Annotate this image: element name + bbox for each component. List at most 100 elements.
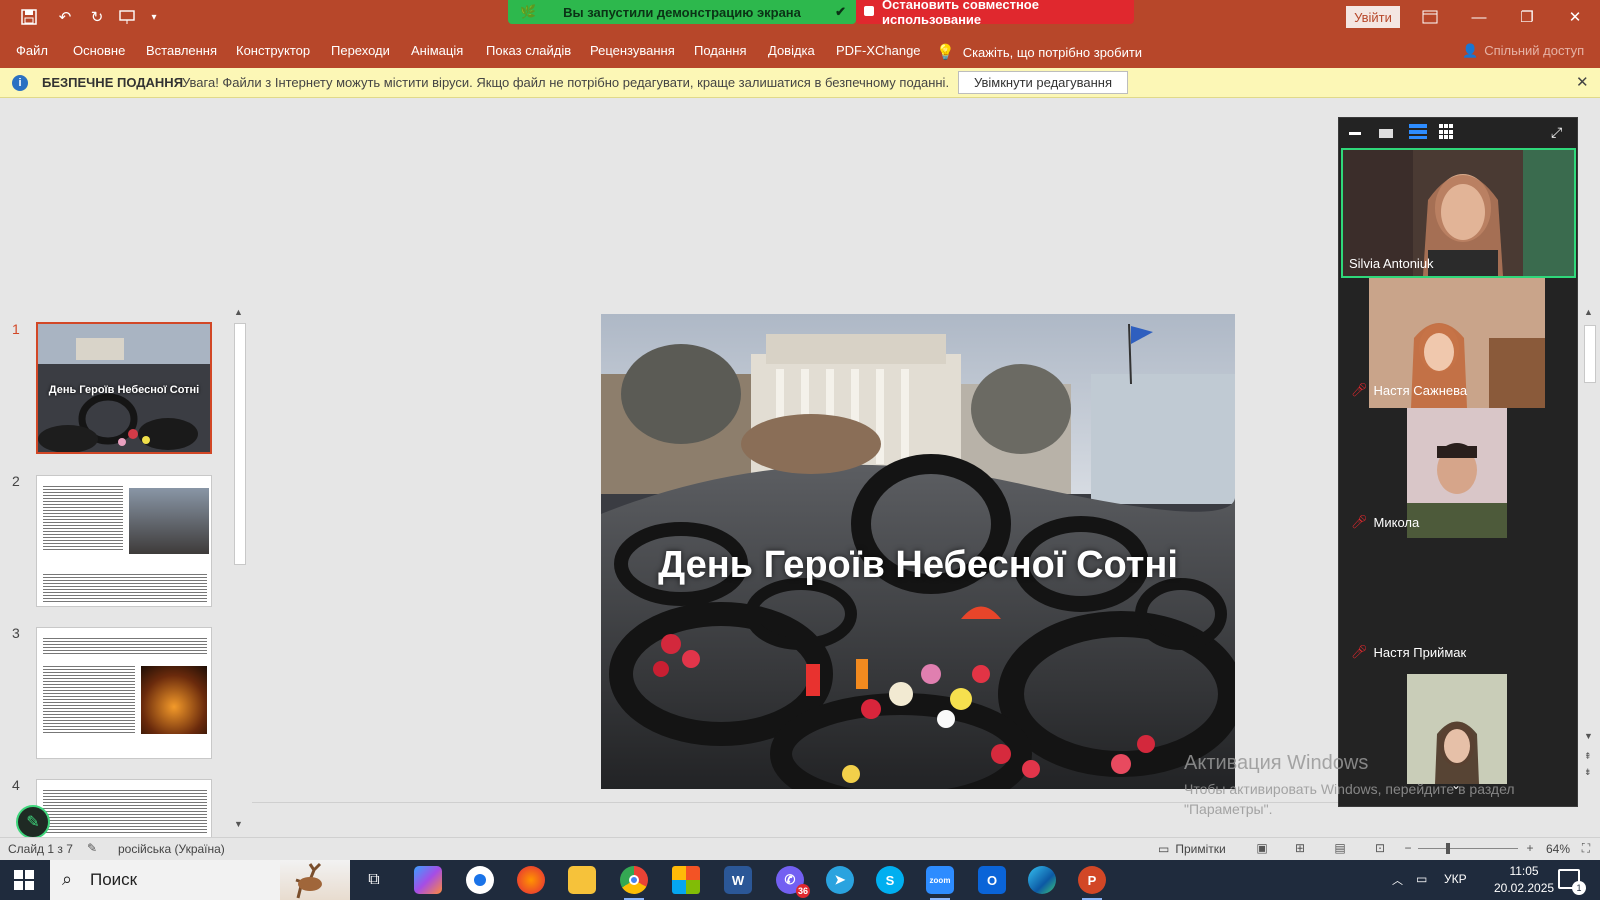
screen-share-banner[interactable]: 🌿 Вы запустили демонстрацию экрана ✔ [508, 0, 856, 24]
language-indicator[interactable]: російська (Україна) [118, 842, 225, 856]
scroll-up-icon[interactable]: ▲ [1584, 307, 1593, 317]
redo-icon[interactable]: ↻ [86, 6, 108, 28]
customize-qat-icon[interactable]: ▾ [146, 6, 162, 28]
participant-name: Настя Приймак [1373, 644, 1467, 660]
thumbnail-scrollbar[interactable]: ▲ ▼ [232, 305, 246, 833]
tab-review[interactable]: Рецензування [590, 43, 675, 58]
undo-icon[interactable]: ↶ [52, 6, 78, 28]
scroll-thumb[interactable] [1584, 325, 1596, 383]
protected-view-bar: i БЕЗПЕЧНЕ ПОДАННЯ Увага! Файли з Інтерн… [0, 68, 1600, 98]
tab-home[interactable]: Основне [73, 43, 125, 58]
close-bar-icon[interactable]: ✕ [1576, 73, 1589, 91]
restore-icon[interactable]: ❐ [1504, 0, 1550, 34]
slide-title[interactable]: День Героїв Небесної Сотні [601, 544, 1235, 587]
clock-date: 20.02.2025 [1494, 881, 1555, 895]
tab-insert[interactable]: Вставлення [146, 43, 217, 58]
windows-start-icon[interactable] [14, 870, 34, 890]
powerpoint-icon[interactable]: P [1078, 866, 1106, 900]
stop-icon [864, 6, 874, 16]
save-icon[interactable] [18, 6, 40, 28]
tray-expand-icon[interactable]: ︿ [1392, 872, 1403, 888]
skype-icon[interactable]: S [876, 866, 904, 894]
tab-slide-show[interactable]: Показ слайдів [486, 43, 571, 58]
chrome-alt-icon[interactable] [466, 866, 494, 894]
battery-icon[interactable]: ▭ [1416, 872, 1427, 886]
tell-me-search[interactable]: 💡 Скажіть, що потрібно зробити [936, 43, 1142, 61]
gallery-view-icon[interactable] [1439, 124, 1457, 140]
reading-view-icon[interactable]: ▤ [1332, 841, 1348, 855]
slide-area-divider [252, 802, 1342, 803]
scroll-down-icon[interactable]: ▼ [234, 819, 243, 829]
zoom-in-icon[interactable]: + [1522, 841, 1538, 855]
tab-help[interactable]: Довідка [768, 43, 815, 58]
tab-pdf-xchange[interactable]: PDF-XChange [836, 43, 921, 58]
telegram-icon[interactable]: ➤ [826, 866, 854, 894]
normal-view-icon[interactable]: ▣ [1254, 841, 1270, 855]
tab-animations[interactable]: Анімація [411, 43, 463, 58]
notification-center-icon[interactable]: 1 [1558, 869, 1586, 895]
clock[interactable]: 11:05 20.02.2025 [1494, 863, 1554, 897]
slide-scrollbar[interactable]: ▲ ▼ ⇞ ⇟ [1582, 305, 1598, 835]
present-from-start-icon[interactable] [116, 6, 138, 28]
sign-in-button[interactable]: Увійти [1346, 6, 1400, 28]
fit-slide-icon[interactable]: ⛶ [1578, 841, 1594, 855]
slide-thumbnail-4[interactable] [36, 779, 212, 839]
slide-sorter-icon[interactable]: ⊞ [1292, 841, 1308, 855]
tab-design[interactable]: Конструктор [236, 43, 310, 58]
participant-label: 🎤︎ Микола [1351, 514, 1419, 530]
share-leaf-icon: 🌿 [520, 4, 537, 19]
notes-button[interactable]: ▭ Примітки [1158, 842, 1226, 856]
current-slide[interactable]: День Героїв Небесної Сотні [601, 314, 1235, 789]
viber-icon[interactable]: ✆ 36 [776, 866, 810, 898]
close-icon[interactable]: ✕ [1552, 0, 1598, 34]
thumb-2-photo [129, 488, 209, 554]
edge-icon[interactable] [1028, 866, 1056, 894]
tab-view[interactable]: Подання [694, 43, 747, 58]
slide-number: 4 [12, 777, 20, 793]
video-tile-silvia[interactable]: Silvia Antoniuk [1341, 148, 1576, 278]
minimize-video-icon[interactable] [1349, 132, 1361, 135]
scroll-up-icon[interactable]: ▲ [234, 307, 243, 317]
next-slide-icon[interactable]: ⇟ [1584, 767, 1592, 778]
annotate-pen-button[interactable]: ✎ [16, 805, 50, 839]
zoom-slider[interactable] [1418, 848, 1518, 849]
tab-file[interactable]: Файл [16, 43, 48, 58]
word-icon[interactable]: W [724, 866, 752, 894]
previous-slide-icon[interactable]: ⇞ [1584, 751, 1592, 762]
slide-thumbnail-1[interactable]: День Героїв Небесної Сотні [36, 322, 212, 454]
input-language[interactable]: УКР [1444, 872, 1467, 886]
expand-icon[interactable]: ⤢ [1551, 124, 1569, 140]
watermark-title: Активация Windows [1184, 752, 1369, 774]
strip-view-icon[interactable] [1409, 124, 1427, 140]
video-tile-mykola[interactable] [1407, 408, 1507, 538]
zoom-icon[interactable]: zoom [926, 866, 954, 900]
chrome-icon[interactable] [620, 866, 648, 900]
slide-thumbnail-2[interactable] [36, 475, 212, 607]
thumb-3-text [43, 664, 135, 734]
slide-thumbnail-3[interactable] [36, 627, 212, 759]
file-explorer-icon[interactable] [568, 866, 596, 894]
minimize-icon[interactable]: — [1456, 0, 1502, 34]
zoom-level[interactable]: 64% [1546, 842, 1570, 856]
outlook-icon[interactable]: O [978, 866, 1006, 894]
copilot-icon[interactable] [414, 866, 442, 894]
watermark-line2: "Параметры". [1184, 801, 1273, 817]
zoom-slider-knob[interactable] [1446, 843, 1450, 854]
search-icon: ⌕ [62, 869, 73, 889]
enable-editing-button[interactable]: Увімкнути редагування [958, 71, 1128, 94]
share-button[interactable]: 👤 Спільний доступ [1462, 43, 1584, 59]
ribbon-display-icon[interactable] [1410, 0, 1450, 34]
stop-share-button[interactable]: Остановить совместное использование [856, 0, 1134, 27]
task-view-icon[interactable]: ⧉ [360, 866, 388, 894]
zoom-out-icon[interactable]: − [1400, 841, 1416, 855]
speaker-view-icon[interactable] [1379, 129, 1393, 138]
slide-show-icon[interactable]: ⊡ [1372, 841, 1388, 855]
clock-time: 11:05 [1509, 864, 1539, 878]
firefox-icon[interactable] [517, 866, 545, 894]
status-bar: Слайд 1 з 7 ✎ російська (Україна) ▭ Прим… [0, 837, 1600, 859]
spelling-check-icon[interactable]: ✎ [84, 841, 100, 855]
microsoft-store-icon[interactable] [672, 866, 700, 894]
scroll-thumb[interactable] [234, 323, 246, 565]
scroll-down-icon[interactable]: ▼ [1584, 731, 1593, 741]
tab-transitions[interactable]: Переходи [331, 43, 390, 58]
